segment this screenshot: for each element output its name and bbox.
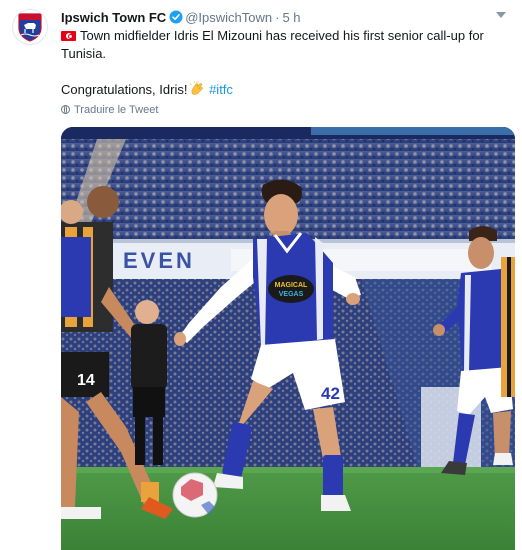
translate-tweet-link[interactable]: Traduire le Tweet bbox=[61, 103, 158, 117]
chevron-down-icon[interactable] bbox=[496, 12, 506, 18]
translate-label: Traduire le Tweet bbox=[74, 104, 159, 116]
club-crest-icon[interactable] bbox=[12, 9, 48, 45]
shirt-number: 42 bbox=[321, 384, 340, 403]
author-handle[interactable]: @IpswichTown bbox=[185, 10, 272, 25]
board-text: EVEN bbox=[123, 248, 195, 273]
tweet-header: Ipswich Town FC @IpswichTown · 5 h bbox=[61, 9, 510, 27]
tweet-text: Town midfielder Idris El Mizouni has rec… bbox=[61, 27, 501, 102]
globe-icon bbox=[61, 105, 70, 114]
left-player-number: 14 bbox=[77, 372, 95, 389]
tweet-text-line2: Congratulations, Idris! bbox=[61, 82, 188, 97]
separator-dot: · bbox=[275, 10, 280, 25]
author-name[interactable]: Ipswich Town FC bbox=[61, 10, 166, 25]
hashtag-link[interactable]: #itfc bbox=[209, 82, 233, 97]
shirt-sponsor-line2: VEGAS bbox=[279, 291, 304, 298]
tweet-photo[interactable]: EVEN 14 MAGICAL VEGAS 42 bbox=[61, 127, 515, 550]
timestamp-link[interactable]: 5 h bbox=[282, 10, 300, 25]
shirt-sponsor-line1: MAGICAL bbox=[275, 282, 308, 289]
clapping-hands-icon bbox=[189, 81, 205, 102]
tweet-text-line1: Town midfielder Idris El Mizouni has rec… bbox=[61, 28, 484, 61]
tunisia-flag-icon bbox=[61, 31, 76, 41]
tweet-card[interactable]: Ipswich Town FC @IpswichTown · 5 h Town mid… bbox=[0, 0, 522, 550]
football bbox=[172, 472, 218, 518]
